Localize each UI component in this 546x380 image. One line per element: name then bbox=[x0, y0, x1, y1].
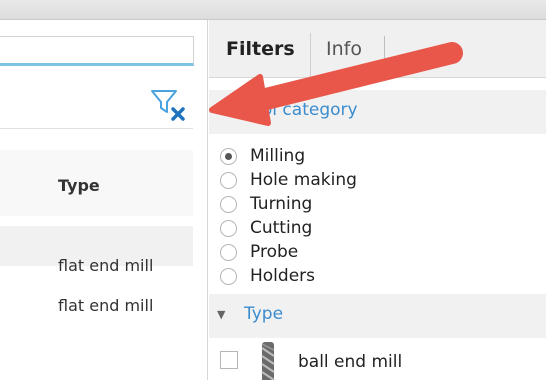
window-titlebar bbox=[0, 0, 546, 20]
type-section-header[interactable]: ▼ Type bbox=[209, 294, 546, 338]
radio-label: Probe bbox=[250, 242, 299, 262]
tab-divider bbox=[384, 36, 385, 64]
caret-down-icon[interactable]: ▼ bbox=[217, 308, 225, 321]
tab-filters[interactable]: Filters bbox=[226, 38, 295, 64]
tab-info[interactable]: Info bbox=[326, 38, 362, 64]
radio-button[interactable] bbox=[220, 244, 237, 261]
checkbox[interactable] bbox=[220, 351, 238, 369]
divider bbox=[0, 128, 193, 129]
radio-button[interactable] bbox=[220, 196, 237, 213]
table-row[interactable]: flat end mill bbox=[0, 246, 193, 286]
radio-label: Turning bbox=[250, 194, 313, 214]
type-option-label: ball end mill bbox=[298, 352, 403, 372]
type-option-ball-end-mill[interactable]: ball end mill bbox=[220, 342, 540, 380]
radio-button[interactable] bbox=[220, 268, 237, 285]
column-header-type[interactable]: Type bbox=[58, 176, 100, 195]
table-row[interactable]: flat end mill bbox=[0, 286, 193, 326]
cell-type: flat end mill bbox=[58, 256, 154, 275]
radio-button[interactable] bbox=[220, 172, 237, 189]
radio-label: Cutting bbox=[250, 218, 313, 238]
tool-list-pane: Type flat end mill flat end mill bbox=[0, 20, 208, 380]
table-header: Type bbox=[0, 150, 193, 216]
tool-category-header[interactable]: ▼ Tool category bbox=[209, 90, 546, 134]
type-section-title: Type bbox=[244, 304, 284, 324]
filters-pane: Filters Info ▼ Tool category Milling Hol… bbox=[209, 20, 546, 380]
cell-type: flat end mill bbox=[58, 296, 154, 315]
tab-bar: Filters Info bbox=[209, 20, 546, 79]
radio-label: Milling bbox=[250, 146, 306, 166]
radio-button[interactable] bbox=[220, 148, 237, 165]
caret-down-icon[interactable]: ▼ bbox=[217, 104, 225, 117]
radio-label: Holders bbox=[250, 266, 316, 286]
filter-clear-icon[interactable] bbox=[148, 88, 190, 124]
search-input[interactable] bbox=[0, 36, 194, 66]
radio-label: Hole making bbox=[250, 170, 357, 190]
tab-divider bbox=[310, 33, 311, 79]
end-mill-tool-icon bbox=[256, 342, 280, 380]
tool-category-title: Tool category bbox=[244, 100, 358, 120]
radio-button[interactable] bbox=[220, 220, 237, 237]
